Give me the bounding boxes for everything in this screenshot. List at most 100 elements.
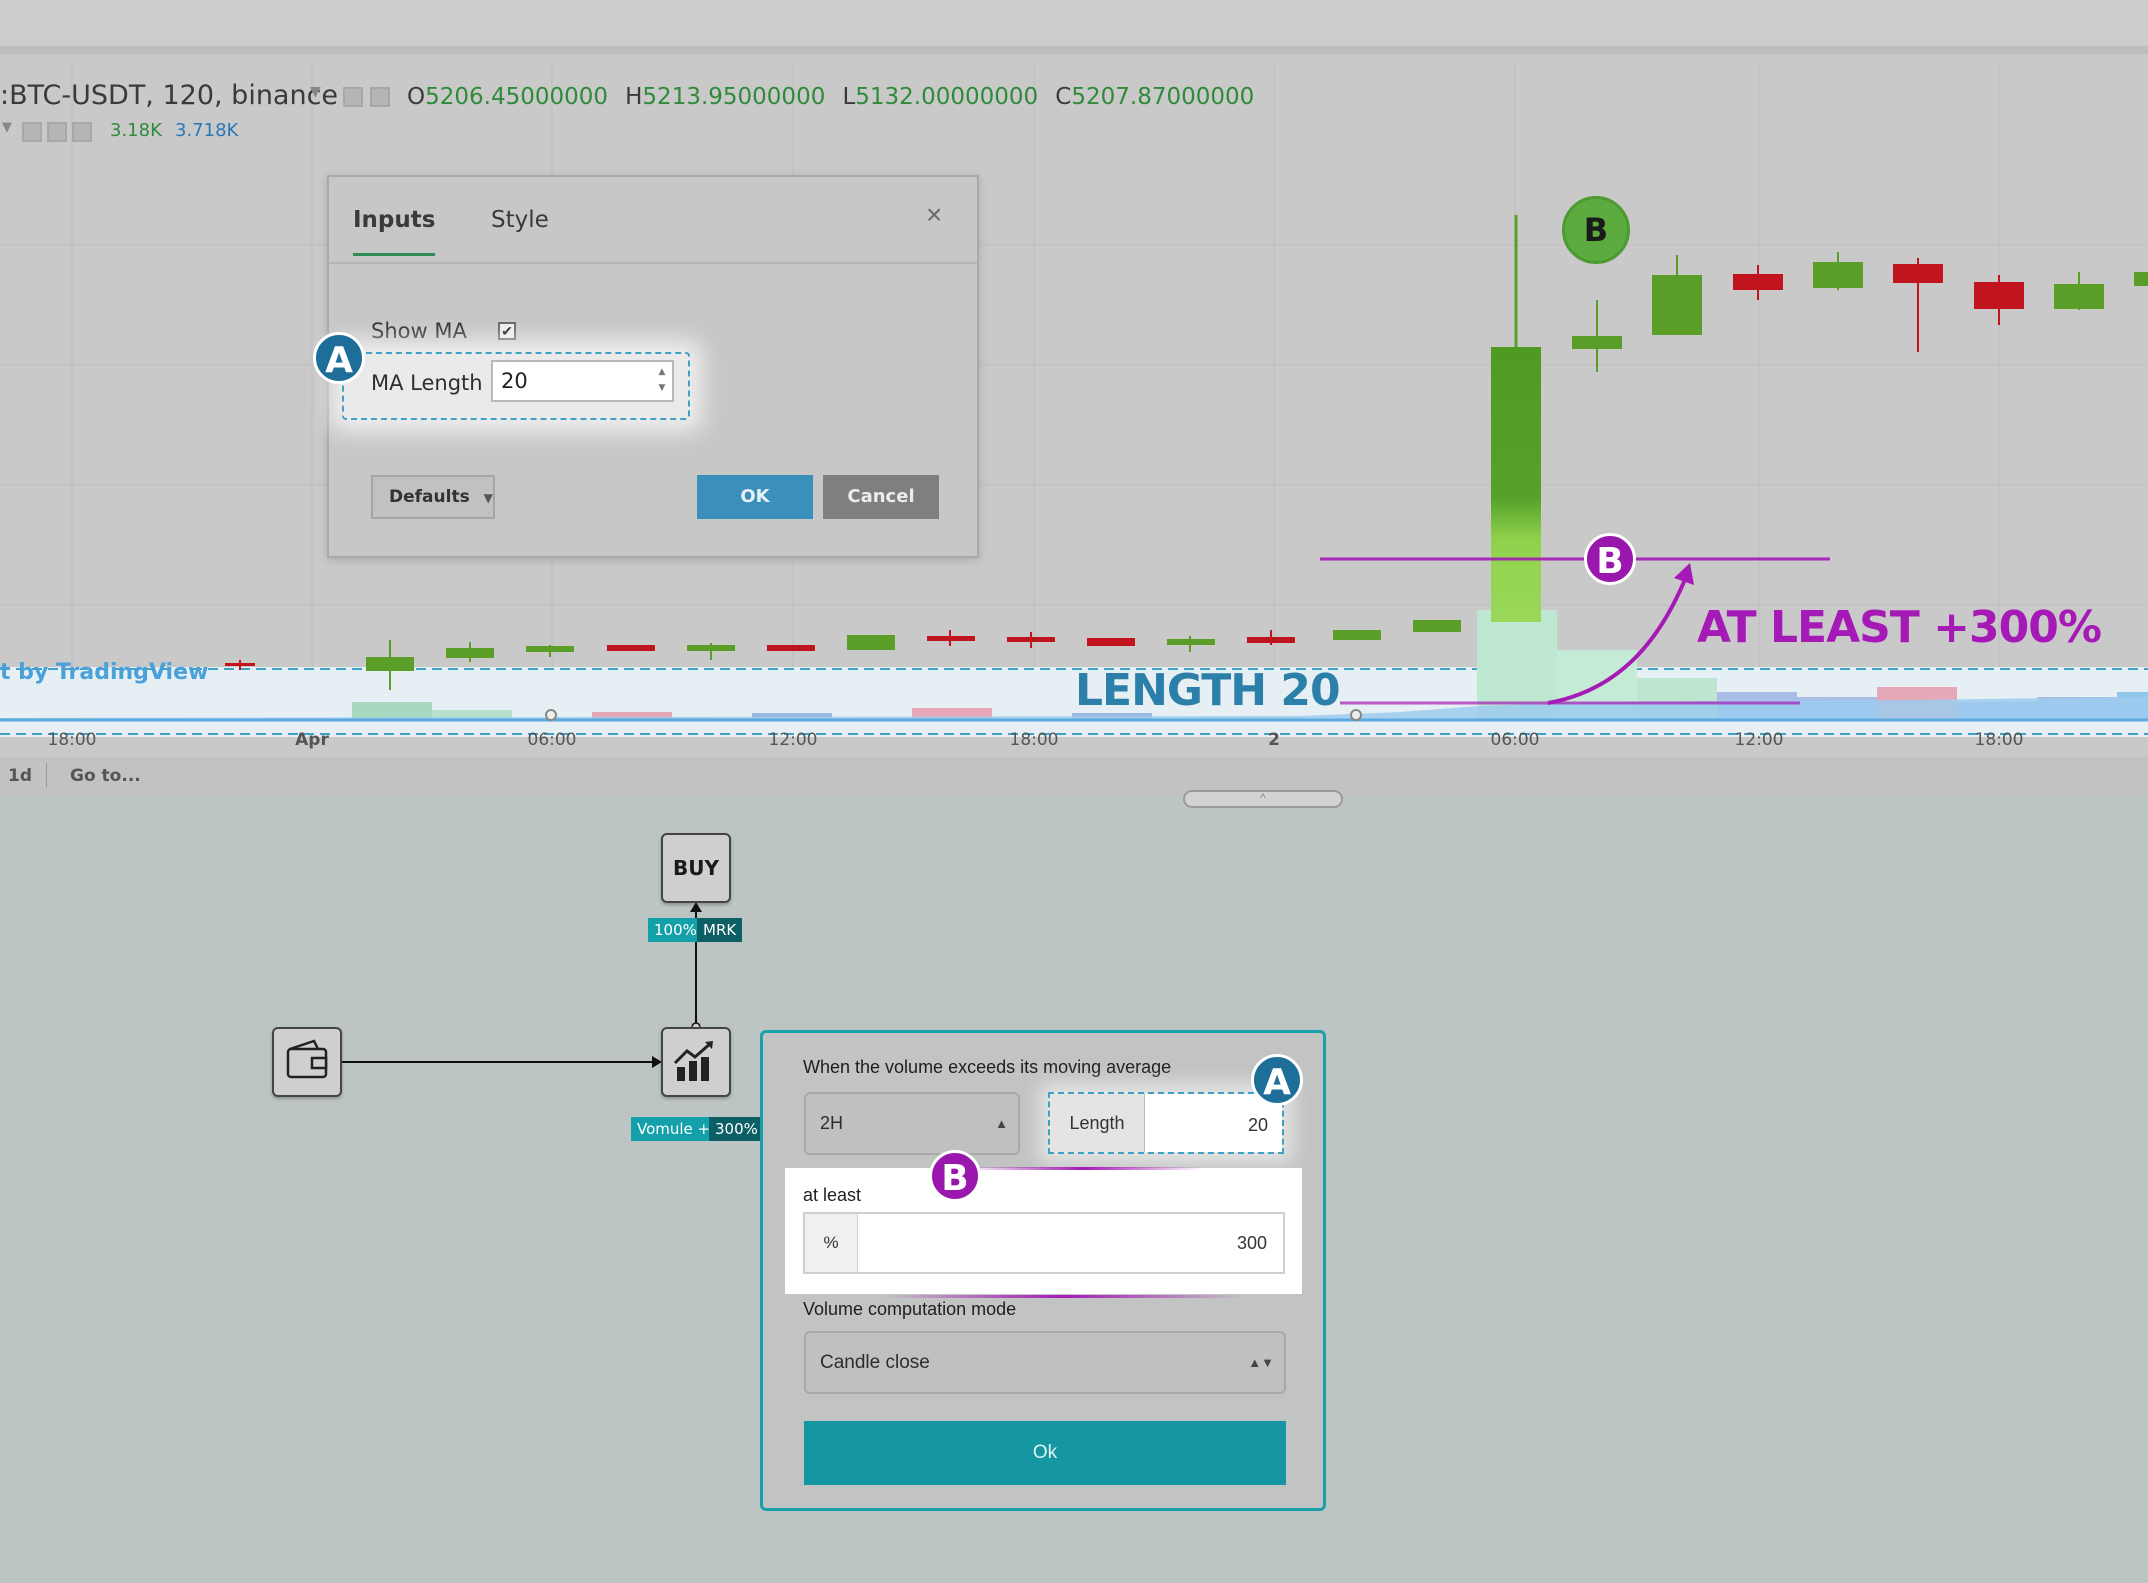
chart-bottom-toolbar: 1d Go to... bbox=[0, 757, 2148, 795]
event-marker[interactable] bbox=[1350, 709, 1362, 721]
condition-title: When the volume exceeds its moving avera… bbox=[803, 1057, 1172, 1077]
x-tick: 06:00 bbox=[1490, 730, 1540, 750]
toolbar-divider bbox=[46, 763, 47, 787]
settings-icon[interactable] bbox=[370, 87, 390, 107]
chevron-down-icon: ▼ bbox=[483, 491, 493, 505]
volume-condition-node[interactable] bbox=[661, 1027, 731, 1097]
at-least-section: at least % 300 bbox=[785, 1168, 1302, 1294]
tab-style[interactable]: Style bbox=[491, 207, 549, 233]
tradingview-watermark[interactable]: t by TradingView bbox=[0, 660, 208, 685]
event-marker[interactable] bbox=[545, 709, 557, 721]
x-tick: 2 bbox=[1268, 730, 1280, 750]
range-1d-button[interactable]: 1d bbox=[8, 766, 32, 786]
cancel-button[interactable]: Cancel bbox=[823, 475, 939, 519]
tab-inputs[interactable]: Inputs bbox=[353, 207, 436, 256]
ma-length-value: 20 bbox=[501, 369, 528, 393]
defaults-label: Defaults bbox=[389, 487, 470, 507]
show-ma-checkbox[interactable]: ✔ bbox=[498, 322, 516, 340]
length-label: Length bbox=[1050, 1094, 1145, 1152]
volume-value: 3.18K bbox=[110, 120, 162, 141]
condition-ok-button[interactable]: Ok bbox=[804, 1421, 1286, 1485]
volume-tag-label: Vomule + bbox=[631, 1117, 717, 1141]
buy-percent-tag: 100% bbox=[648, 918, 703, 942]
candle bbox=[366, 657, 414, 671]
buy-type-tag: MRK bbox=[697, 918, 743, 942]
ma-length-input[interactable]: 20 ▲ ▼ bbox=[491, 360, 674, 402]
x-tick: Apr bbox=[295, 730, 329, 750]
close-icon[interactable]: × bbox=[926, 199, 942, 231]
candle bbox=[1974, 282, 2024, 309]
candle bbox=[446, 648, 494, 658]
length-annotation: LENGTH 20 bbox=[1075, 665, 1341, 716]
candle bbox=[927, 636, 975, 641]
goto-button[interactable]: Go to... bbox=[70, 766, 141, 786]
x-tick: 18:00 bbox=[1009, 730, 1059, 750]
length-field: Length 20 bbox=[1048, 1092, 1284, 1154]
dialog-tabs: Inputs Style × bbox=[329, 177, 977, 264]
candle bbox=[607, 645, 655, 651]
candle bbox=[1893, 264, 1943, 283]
at-least-top-line bbox=[963, 1167, 1203, 1170]
x-tick: 12:00 bbox=[768, 730, 818, 750]
percent-input[interactable]: 300 bbox=[858, 1214, 1283, 1272]
mode-value: Candle close bbox=[820, 1352, 930, 1373]
candle bbox=[2134, 272, 2148, 286]
x-tick: 18:00 bbox=[47, 730, 97, 750]
timeframe-value: 2H bbox=[820, 1113, 844, 1133]
close-icon[interactable] bbox=[72, 122, 92, 142]
mode-select[interactable]: Candle close ▲▼ bbox=[804, 1331, 1286, 1394]
candle bbox=[687, 645, 735, 651]
symbol-dropdown-icon[interactable]: ▼ bbox=[310, 84, 321, 100]
candle bbox=[1733, 274, 1783, 290]
ok-button[interactable]: OK bbox=[697, 475, 813, 519]
percent-field: % 300 bbox=[803, 1212, 1285, 1274]
candle bbox=[526, 646, 574, 652]
percent-symbol: % bbox=[805, 1214, 858, 1272]
candle bbox=[1652, 275, 1702, 335]
badge-b-popup: B bbox=[929, 1150, 981, 1202]
settings-icon[interactable] bbox=[47, 122, 67, 142]
buy-signal-badge: B bbox=[1562, 196, 1630, 264]
volume-ma-value: 3.718K bbox=[175, 120, 239, 141]
show-ma-label: Show MA bbox=[371, 319, 467, 343]
buy-node[interactable]: BUY bbox=[661, 833, 731, 903]
candle bbox=[1572, 336, 1622, 349]
x-tick: 06:00 bbox=[527, 730, 577, 750]
x-tick: 12:00 bbox=[1734, 730, 1784, 750]
atleast-annotation: AT LEAST +300% bbox=[1697, 602, 2102, 653]
candle bbox=[1247, 637, 1295, 643]
mode-label: Volume computation mode bbox=[803, 1299, 1017, 1319]
volume-tag-value: 300% bbox=[709, 1117, 764, 1141]
candle bbox=[1813, 262, 1863, 288]
ohlc-readout: O5206.45000000 H5213.95000000 L5132.0000… bbox=[407, 84, 1255, 110]
wallet-node[interactable] bbox=[272, 1027, 342, 1097]
candle bbox=[1007, 637, 1055, 642]
wallet-icon bbox=[286, 1039, 328, 1079]
at-least-label: at least bbox=[803, 1185, 862, 1205]
at-least-bottom-line bbox=[883, 1295, 1243, 1298]
badge-a-popup: A bbox=[1251, 1054, 1303, 1106]
ma-length-label: MA Length bbox=[371, 371, 483, 395]
spike-candle bbox=[1491, 347, 1541, 622]
candle bbox=[1167, 639, 1215, 645]
bar-chart-icon bbox=[673, 1041, 713, 1081]
candle bbox=[2054, 284, 2104, 309]
select-arrows-icon: ▲▼ bbox=[1248, 1355, 1274, 1370]
eye-icon[interactable] bbox=[22, 122, 42, 142]
candle bbox=[767, 645, 815, 651]
candle bbox=[847, 635, 895, 650]
candle bbox=[225, 663, 255, 666]
x-tick: 18:00 bbox=[1974, 730, 2024, 750]
timeframe-select[interactable]: 2H ▲▼ bbox=[804, 1092, 1020, 1190]
defaults-button[interactable]: Defaults ▼ bbox=[371, 475, 495, 519]
chart-symbol[interactable]: :BTC-USDT, 120, binance bbox=[0, 80, 338, 111]
length-input[interactable]: 20 bbox=[1145, 1094, 1282, 1152]
candle bbox=[1333, 630, 1381, 640]
price-chart-panel[interactable]: :BTC-USDT, 120, binance ▼ O5206.45000000… bbox=[0, 0, 2148, 808]
volume-bar bbox=[352, 702, 432, 720]
ma-length-spinner[interactable]: ▲ ▼ bbox=[655, 364, 669, 398]
candle bbox=[1087, 638, 1135, 646]
eye-icon[interactable] bbox=[343, 87, 363, 107]
volume-dropdown-icon[interactable]: ▼ bbox=[2, 120, 12, 135]
badge-a-dialog: A bbox=[313, 332, 365, 384]
